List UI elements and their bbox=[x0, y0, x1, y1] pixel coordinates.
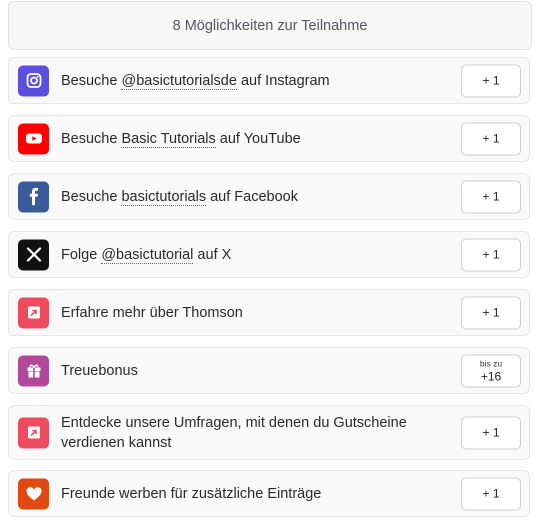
x-profile-link[interactable]: @basictutorial bbox=[101, 246, 194, 264]
entry-row-referral[interactable]: Freunde werben für zusätzliche Einträge … bbox=[8, 470, 530, 517]
points-value: + 1 bbox=[482, 486, 500, 501]
entry-row-youtube[interactable]: Besuche Basic Tutorials auf YouTube + 1 bbox=[8, 115, 530, 162]
entry-label: Besuche @basictutorialsde auf Instagram bbox=[61, 71, 451, 91]
x-icon bbox=[18, 239, 49, 270]
entry-count-header: 8 Möglichkeiten zur Teilnahme bbox=[8, 1, 532, 50]
entry-row-loyalty-bonus[interactable]: Treuebonus bis zu +16 bbox=[8, 347, 530, 394]
entry-row-surveys[interactable]: Entdecke unsere Umfragen, mit denen du G… bbox=[8, 405, 530, 460]
entry-label: Besuche basictutorials auf Facebook bbox=[61, 187, 451, 207]
entry-label-prefix: Besuche bbox=[61, 130, 122, 147]
heart-icon bbox=[18, 478, 49, 509]
entry-count-title: 8 Möglichkeiten zur Teilnahme bbox=[172, 17, 368, 34]
instagram-icon bbox=[18, 65, 49, 96]
facebook-icon bbox=[18, 181, 49, 212]
entry-label-suffix: auf YouTube bbox=[215, 130, 301, 147]
entry-label: Folge @basictutorial auf X bbox=[61, 245, 451, 265]
entry-row-thomson[interactable]: Erfahre mehr über Thomson + 1 bbox=[8, 289, 530, 336]
youtube-icon bbox=[18, 123, 49, 154]
entry-label-suffix: auf Facebook bbox=[206, 188, 298, 205]
points-value: + 1 bbox=[482, 189, 500, 204]
gift-icon bbox=[18, 355, 49, 386]
entry-label: Besuche Basic Tutorials auf YouTube bbox=[61, 129, 451, 149]
instagram-profile-link[interactable]: @basictutorialsde bbox=[121, 72, 237, 90]
points-value: + 1 bbox=[482, 73, 500, 88]
facebook-page-link[interactable]: basictutorials bbox=[121, 188, 207, 206]
entry-points-button[interactable]: + 1 bbox=[461, 122, 521, 155]
points-value: + 1 bbox=[482, 305, 500, 320]
points-value: + 1 bbox=[482, 247, 500, 262]
entry-label: Treuebonus bbox=[61, 362, 138, 379]
entry-label-suffix: auf X bbox=[193, 246, 232, 263]
entry-label-suffix: auf Instagram bbox=[236, 72, 330, 89]
entry-row-facebook[interactable]: Besuche basictutorials auf Facebook + 1 bbox=[8, 173, 530, 220]
points-value: + 1 bbox=[482, 425, 500, 440]
external-link-icon bbox=[18, 417, 49, 448]
entry-points-button[interactable]: bis zu +16 bbox=[461, 354, 521, 387]
entry-label-prefix: Besuche bbox=[61, 72, 122, 89]
points-value: + 1 bbox=[482, 131, 500, 146]
entry-points-button[interactable]: + 1 bbox=[461, 180, 521, 213]
entry-points-button[interactable]: + 1 bbox=[461, 64, 521, 97]
entry-points-button[interactable]: + 1 bbox=[461, 477, 521, 510]
entry-label: Erfahre mehr über Thomson bbox=[61, 304, 243, 321]
entry-points-button[interactable]: + 1 bbox=[461, 296, 521, 329]
entry-points-button[interactable]: + 1 bbox=[461, 238, 521, 271]
entry-label: Entdecke unsere Umfragen, mit denen du G… bbox=[61, 414, 407, 451]
entry-row-instagram[interactable]: Besuche @basictutorialsde auf Instagram … bbox=[8, 57, 530, 104]
points-value: +16 bbox=[480, 369, 502, 384]
entry-label-prefix: Besuche bbox=[61, 188, 122, 205]
entry-row-x[interactable]: Folge @basictutorial auf X + 1 bbox=[8, 231, 530, 278]
entry-label-prefix: Folge bbox=[61, 246, 102, 263]
entry-methods-widget: 8 Möglichkeiten zur Teilnahme Besuche @b… bbox=[0, 0, 540, 526]
entry-label: Freunde werben für zusätzliche Einträge bbox=[61, 485, 322, 502]
points-prefix: bis zu bbox=[479, 358, 503, 369]
external-link-icon bbox=[18, 297, 49, 328]
youtube-channel-link[interactable]: Basic Tutorials bbox=[121, 130, 216, 148]
entry-points-button[interactable]: + 1 bbox=[461, 416, 521, 449]
